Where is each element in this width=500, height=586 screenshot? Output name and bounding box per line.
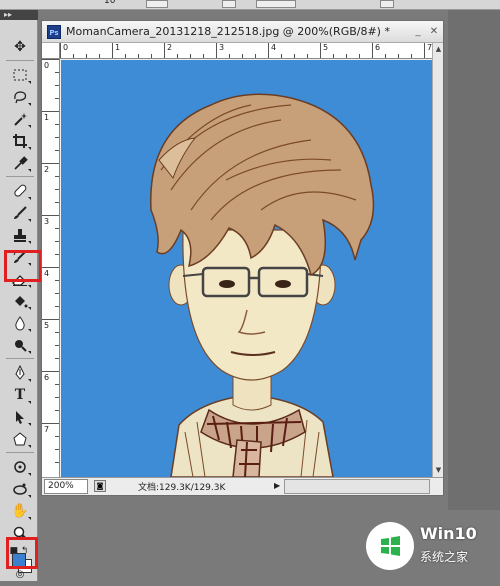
options-number-field[interactable]: 10	[104, 0, 115, 6]
lasso-tool-icon[interactable]	[8, 86, 32, 108]
ruler-corner[interactable]	[42, 43, 60, 59]
crop-tool-icon[interactable]	[8, 130, 32, 152]
marquee-tool-icon[interactable]	[8, 64, 32, 86]
color-swatch-highlight-box	[6, 537, 38, 569]
caricature-portrait	[150, 93, 375, 477]
3d-rotate-tool-icon[interactable]	[8, 456, 32, 478]
watermark-title: Win10	[420, 524, 477, 543]
status-preview-icon[interactable]: ◙	[94, 480, 106, 492]
document-title: MomanCamera_20131218_212518.jpg @ 200%(R…	[66, 25, 390, 38]
vertical-scrollbar[interactable]: ▲ ▼	[432, 43, 443, 477]
minimize-icon[interactable]: _	[412, 26, 424, 38]
image-canvas[interactable]	[61, 60, 432, 477]
eraser-highlight-box	[4, 250, 42, 282]
close-icon[interactable]: ✕	[428, 26, 440, 38]
status-menu-arrow-icon[interactable]: ▶	[274, 481, 280, 490]
move-tool-icon[interactable]: ✥	[8, 36, 32, 58]
horizontal-scrollbar[interactable]	[284, 479, 430, 494]
options-dropdown[interactable]	[146, 0, 168, 8]
hand-tool-icon[interactable]: ✋	[8, 500, 32, 522]
clone-stamp-tool-icon[interactable]	[8, 224, 32, 246]
toolbox-panel: ▸▸ ✥ T ✋ ■ ↰ ◎	[0, 10, 38, 581]
zoom-level-field[interactable]: 200%	[44, 479, 88, 494]
options-button[interactable]	[380, 0, 394, 8]
document-status-bar: 200% ◙ 文档:129.3K/129.3K ▶	[42, 477, 443, 495]
blur-tool-icon[interactable]	[8, 312, 32, 334]
3d-orbit-tool-icon[interactable]	[8, 478, 32, 500]
workspace-gutter	[448, 10, 500, 510]
magic-wand-tool-icon[interactable]	[8, 108, 32, 130]
type-tool-icon[interactable]: T	[8, 384, 32, 406]
watermark: Win10 系统之家	[364, 518, 494, 574]
ps-app-icon: Ps	[47, 25, 61, 39]
dodge-tool-icon[interactable]	[8, 334, 32, 356]
options-checkbox[interactable]	[222, 0, 236, 8]
brush-tool-icon[interactable]	[8, 202, 32, 224]
options-field[interactable]	[256, 0, 296, 8]
document-titlebar[interactable]: Ps MomanCamera_20131218_212518.jpg @ 200…	[42, 21, 443, 43]
pen-tool-icon[interactable]	[8, 362, 32, 384]
eyedropper-tool-icon[interactable]	[8, 152, 32, 174]
path-selection-tool-icon[interactable]	[8, 406, 32, 428]
paint-bucket-tool-icon[interactable]	[8, 290, 32, 312]
healing-brush-tool-icon[interactable]	[8, 180, 32, 202]
windows-logo-icon	[366, 522, 414, 570]
toolbox-grip[interactable]: ▸▸	[0, 10, 38, 20]
watermark-subtitle: 系统之家	[420, 550, 469, 564]
document-info[interactable]: 文档:129.3K/129.3K	[138, 480, 225, 493]
shape-tool-icon[interactable]	[8, 428, 32, 450]
document-window: Ps MomanCamera_20131218_212518.jpg @ 200…	[41, 20, 444, 496]
horizontal-ruler[interactable]: 0 1 2 3 4 5 6 7	[60, 43, 432, 59]
scroll-up-icon[interactable]: ▲	[434, 45, 443, 54]
options-bar: 10	[0, 0, 500, 10]
vertical-ruler[interactable]: 0 1 2 3 4 5 6 7	[42, 59, 60, 477]
scroll-down-icon[interactable]: ▼	[434, 466, 443, 475]
